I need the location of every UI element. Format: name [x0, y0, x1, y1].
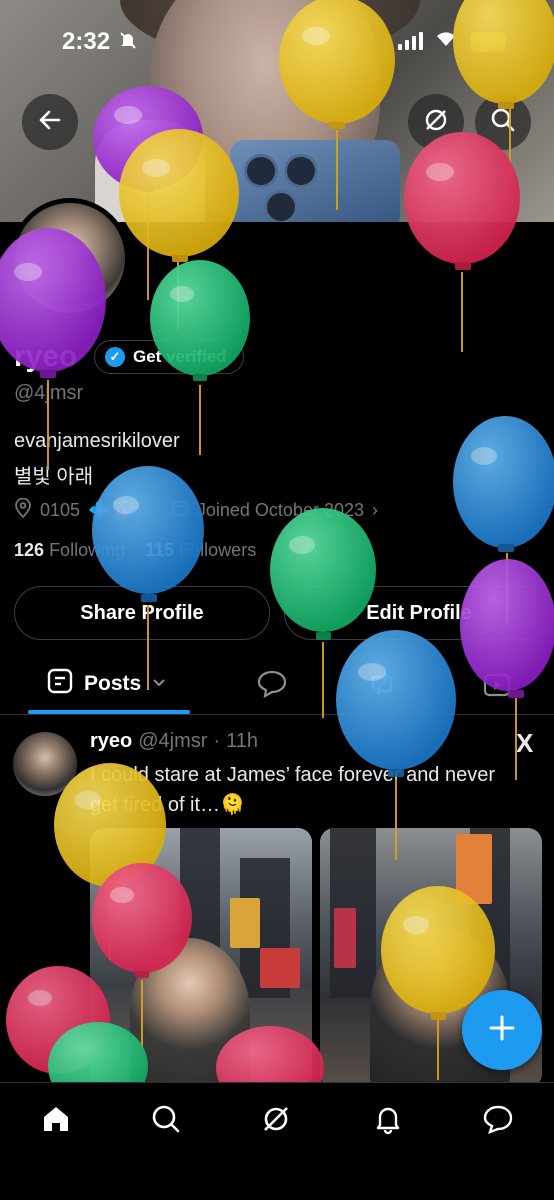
signal-icon [398, 32, 423, 50]
status-time: 2:32 [62, 28, 111, 55]
followers-label: Followers [179, 540, 257, 560]
post-time: 11h [226, 730, 259, 752]
photo-person [130, 938, 250, 1088]
post-header: ryeo @4jmsr · 11h [90, 730, 258, 753]
compose-button[interactable] [462, 990, 542, 1070]
avatar-image [15, 203, 125, 313]
search-icon [150, 1103, 182, 1140]
share-profile-button[interactable]: Share Profile [14, 586, 270, 640]
post-text: I could stare at James’ face forever and… [90, 764, 496, 816]
status-bar: 2:32 68 [0, 0, 554, 84]
plus-icon [487, 1013, 517, 1048]
wifi-icon [434, 28, 458, 54]
profile-meta: 0105 💠🍒 Joined October 2023 › [14, 497, 378, 523]
post-author-name[interactable]: ryeo [90, 730, 132, 753]
arrow-left-icon [37, 107, 63, 138]
nav-search[interactable] [146, 1101, 186, 1141]
message-icon [482, 1103, 514, 1140]
followers-count: 115 [145, 540, 175, 560]
followers-link[interactable]: 115 Followers [145, 540, 256, 561]
chevron-down-icon [151, 672, 167, 696]
calendar-icon [171, 499, 189, 522]
billboard [260, 948, 300, 988]
bio-line-2: 별빛 아래 [14, 466, 94, 488]
following-link[interactable]: 126 Following [14, 540, 125, 561]
follow-stats: 126 Following 115 Followers [14, 540, 256, 561]
following-label: Following [49, 540, 126, 560]
bell-mute-icon [118, 30, 138, 55]
tab-posts-label: Posts [84, 672, 142, 695]
bottom-navigation [0, 1082, 554, 1200]
billboard [456, 834, 492, 904]
battery-indicator: 68 [470, 32, 506, 52]
post-separator: · [213, 730, 221, 752]
banner-phone-camera [244, 154, 278, 188]
home-icon [39, 1102, 73, 1141]
nav-notifications[interactable] [368, 1101, 408, 1141]
nav-home[interactable] [36, 1101, 76, 1141]
bio-line-1: evanjamesrikilover [14, 430, 180, 452]
tab-posts[interactable]: Posts [46, 667, 167, 701]
banner-phone-camera [284, 154, 318, 188]
profile-name: ryeo [14, 340, 78, 373]
nav-messages[interactable] [478, 1101, 518, 1141]
tab-media[interactable] [482, 669, 512, 704]
location-pin-icon [14, 497, 32, 523]
bell-icon [372, 1103, 404, 1140]
repost-icon [366, 672, 398, 703]
verified-badge-icon: ✓ [105, 347, 125, 367]
grok-icon [422, 106, 450, 139]
location-text: 0105 [40, 500, 81, 520]
back-button[interactable] [22, 94, 78, 150]
profile-tabs: Posts [0, 655, 554, 715]
nav-grok[interactable] [256, 1101, 296, 1141]
edit-profile-button[interactable]: Edit Profile [284, 586, 554, 640]
billboard [334, 908, 356, 968]
banner-phone [230, 140, 400, 222]
reply-bubble-icon [256, 670, 288, 703]
joined-date: Joined October 2023 [196, 500, 364, 520]
post-avatar[interactable] [13, 732, 77, 796]
billboard [230, 898, 260, 948]
x-logo-icon: X [516, 728, 534, 758]
grok-icon [260, 1103, 292, 1140]
profile-avatar[interactable] [10, 198, 130, 318]
tab-reposts[interactable] [366, 669, 398, 704]
get-verified-button[interactable]: ✓ Get verified [94, 340, 244, 374]
posts-icon [46, 667, 74, 701]
search-button[interactable] [475, 94, 531, 150]
grok-button[interactable] [408, 94, 464, 150]
search-icon [490, 107, 516, 138]
get-verified-label: Get verified [133, 347, 227, 366]
video-icon [482, 673, 512, 703]
tab-active-indicator [28, 710, 190, 714]
post-image-1[interactable] [90, 828, 312, 1088]
chevron-right-icon[interactable]: › [372, 500, 378, 521]
banner-shirt [95, 120, 205, 222]
location-emoji: 💠🍒 [88, 500, 133, 520]
post-author-handle: @4jmsr [138, 730, 208, 752]
banner-phone-camera [264, 190, 298, 222]
following-count: 126 [14, 540, 45, 560]
tab-replies[interactable] [256, 669, 288, 704]
profile-handle: @4jmsr [14, 382, 84, 404]
